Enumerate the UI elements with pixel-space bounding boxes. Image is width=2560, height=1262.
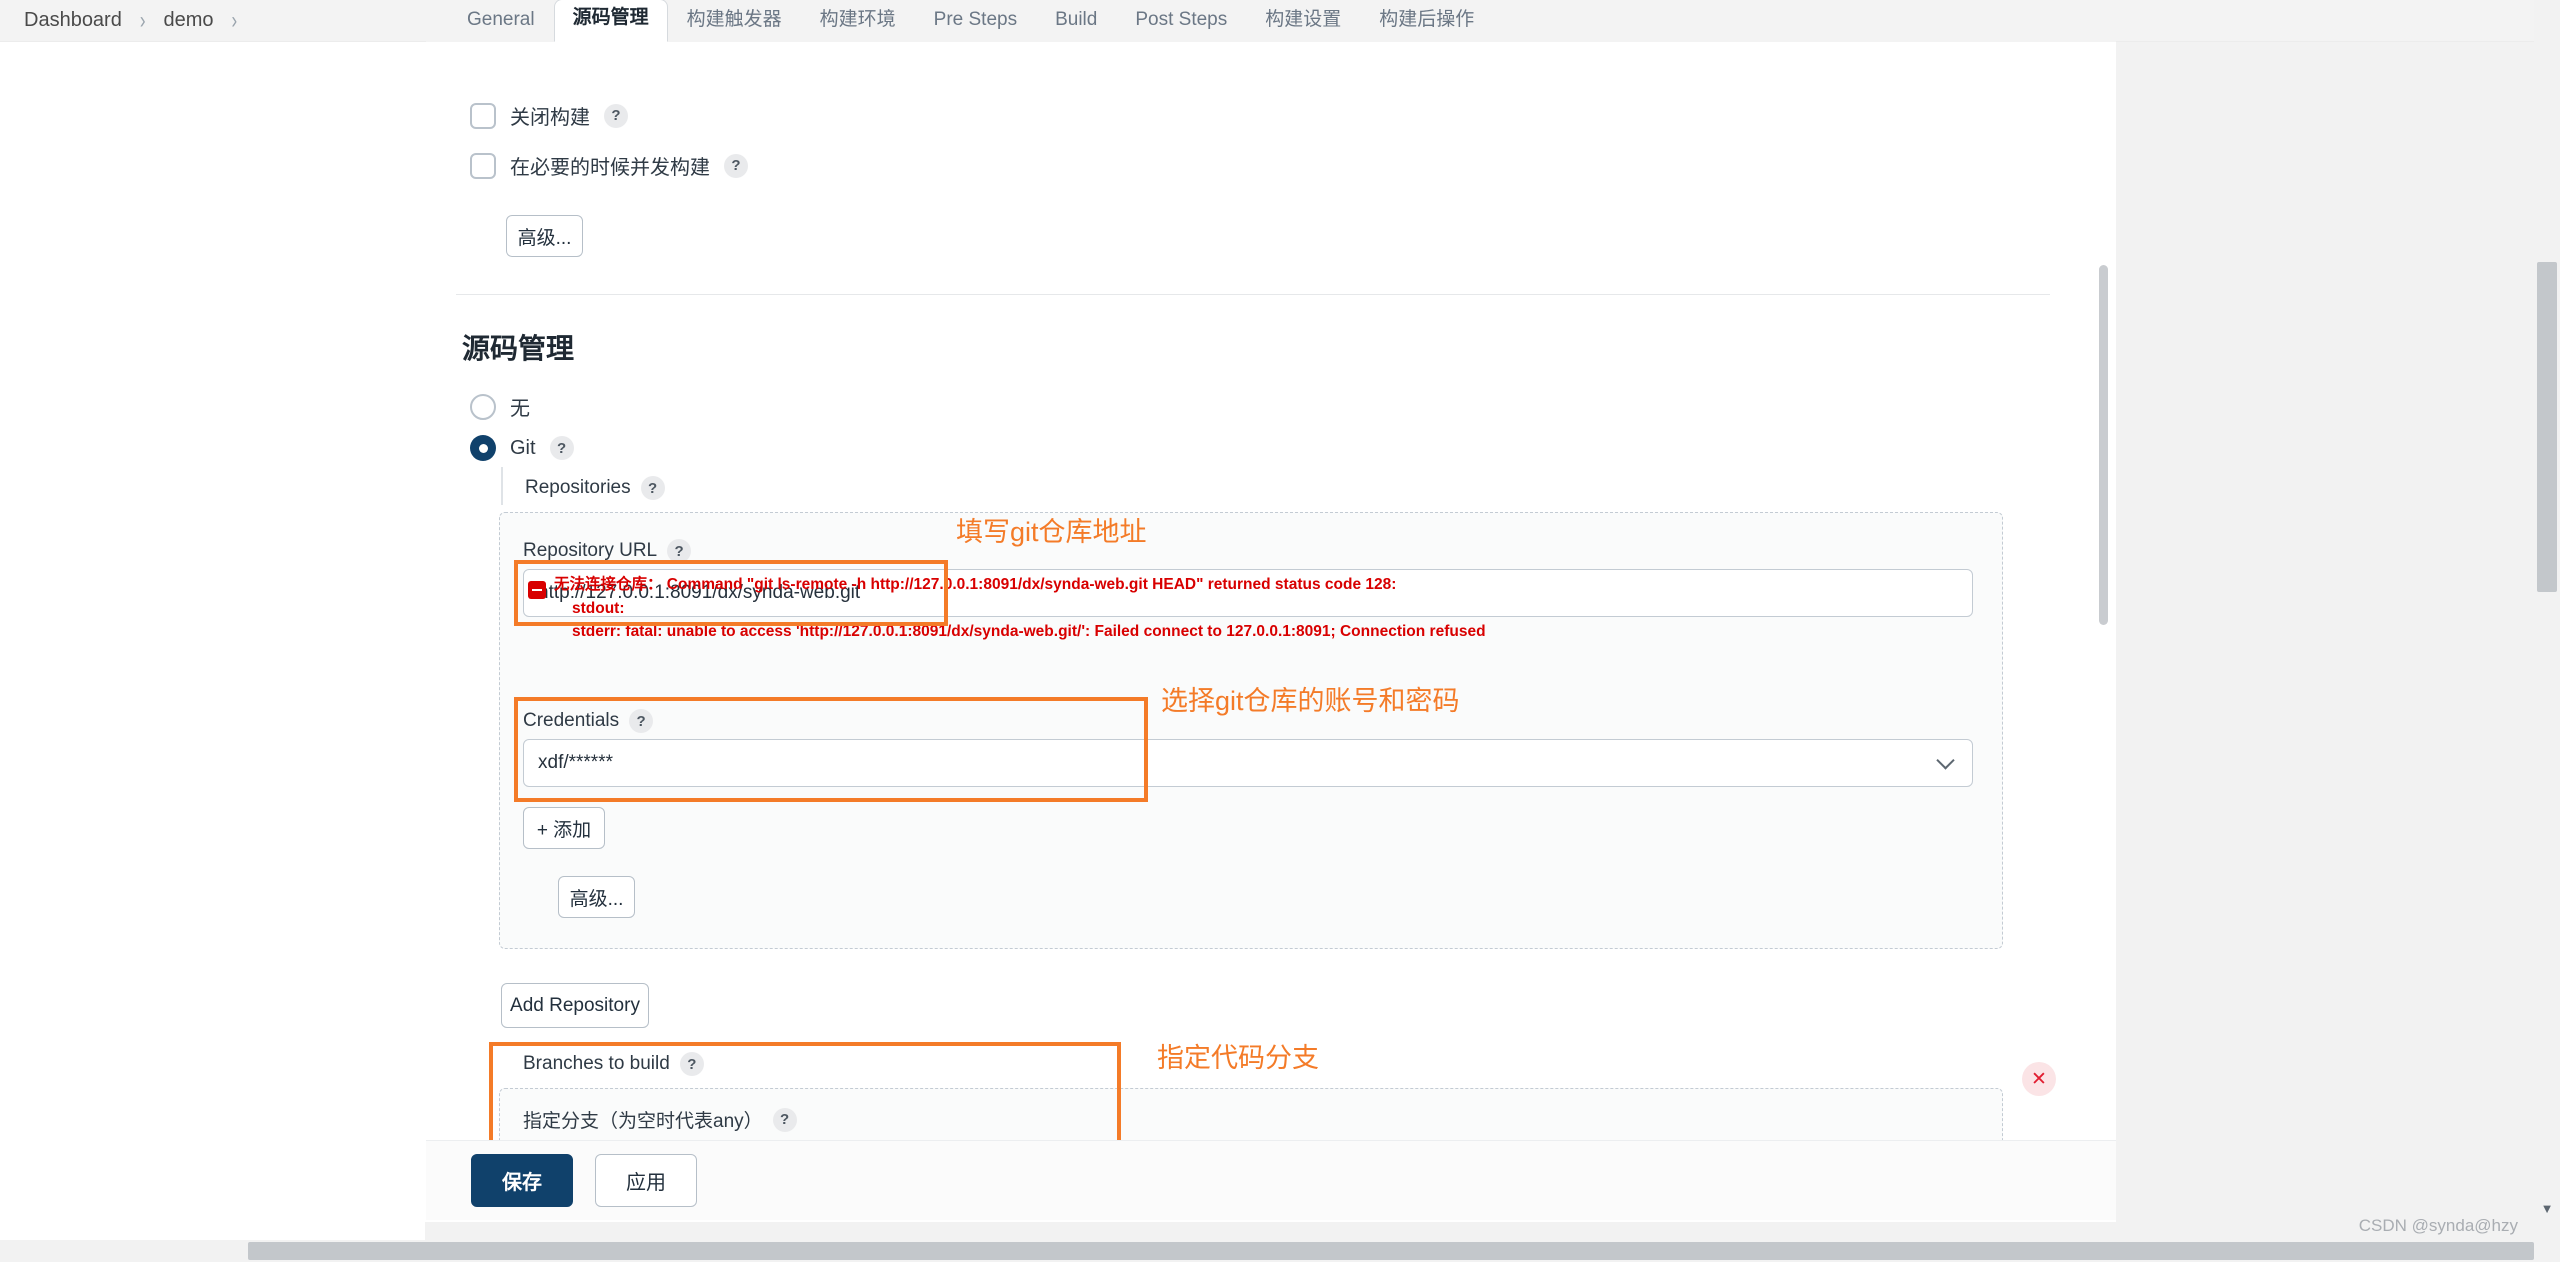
horizontal-scrollbar-thumb[interactable] [248,1242,2534,1260]
branch-specifier-label: 指定分支（为空时代表any） ? [523,1106,797,1133]
radio-row-none[interactable]: 无 [470,392,530,421]
watermark: CSDN @synda@hzy [2358,1216,2518,1235]
help-icon-branch-specifier[interactable]: ? [772,1107,797,1132]
help-icon-repository-url[interactable]: ? [667,539,692,563]
left-rail [0,42,425,1262]
branch-specifier-label-text: 指定分支（为空时代表any） [523,1111,763,1132]
error-line-1: 无法连接仓库： Command "git ls-remote -h http:/… [554,576,1397,593]
branches-to-build-label-text: Branches to build [523,1053,670,1074]
checkbox-row-concurrent-build[interactable]: 在必要的时候并发构建 ? [470,151,748,180]
advanced-button-repository[interactable]: 高级... [558,876,635,918]
radio-scm-none-label: 无 [510,398,530,420]
section-title-scm: 源码管理 [462,333,575,364]
error-icon [528,581,546,599]
radio-scm-git[interactable] [470,435,496,461]
add-repository-button[interactable]: Add Repository [501,983,649,1028]
radio-row-git[interactable]: Git ? [470,435,574,461]
apply-button[interactable]: 应用 [595,1154,697,1207]
inner-scrollbar-thumb[interactable] [2099,265,2108,625]
breadcrumb-item-dashboard[interactable]: Dashboard [18,9,128,32]
breadcrumb-separator-2: › [231,6,238,34]
credentials-select[interactable]: xdf/****** [523,739,1973,787]
scroll-down-arrow-icon[interactable]: ▼ [2537,1196,2557,1220]
horizontal-scrollbar[interactable] [0,1240,2534,1262]
annotation-text-credentials: 选择git仓库的账号和密码 [1161,686,1460,716]
config-tabs: General 源码管理 构建触发器 构建环境 Pre Steps Build … [426,0,2116,42]
error-line-3: stderr: fatal: unable to access 'http://… [572,623,1486,641]
repository-url-error: 无法连接仓库： Command "git ls-remote -h http:/… [554,573,1486,644]
breadcrumb-item-demo[interactable]: demo [158,9,220,32]
credentials-label: Credentials ? [523,709,654,733]
tab-build-environment[interactable]: 构建环境 [801,1,915,42]
annotation-text-repository-url: 填写git仓库地址 [956,517,1147,547]
tab-build-settings[interactable]: 构建设置 [1246,1,1360,42]
tab-post-steps[interactable]: Post Steps [1116,1,1246,42]
config-form: 关闭构建 ? 在必要的时候并发构建 ? 高级... 源码管理 无 Git ? R… [426,42,2116,1172]
breadcrumb-separator-1: › [139,6,146,34]
vertical-scrollbar-thumb[interactable] [2537,262,2557,592]
radio-scm-git-label: Git [510,436,536,459]
help-icon-concurrent-build[interactable]: ? [724,153,748,178]
repositories-label-text: Repositories [525,477,631,498]
tab-build[interactable]: Build [1036,1,1116,42]
form-footer: 保存 应用 [426,1140,2116,1220]
git-indent-line [501,467,503,505]
advanced-button-general[interactable]: 高级... [506,215,583,257]
tab-general[interactable]: General [448,1,554,42]
credentials-label-text: Credentials [523,710,620,731]
remove-branch-icon[interactable]: ✕ [2022,1062,2056,1096]
repository-url-label-text: Repository URL [523,540,658,561]
error-line-2: stdout: [572,599,625,617]
checkbox-row-disable-build[interactable]: 关闭构建 ? [470,101,628,130]
help-icon-git[interactable]: ? [549,436,574,460]
checkbox-concurrent-build[interactable] [470,152,496,179]
repositories-label: Repositories ? [525,476,665,500]
repository-url-label: Repository URL ? [523,539,692,563]
checkbox-disable-build-label: 关闭构建 [510,107,590,129]
help-icon-repositories[interactable]: ? [640,476,665,500]
section-divider [456,294,2050,295]
annotation-text-branches: 指定代码分支 [1157,1043,1319,1073]
branches-to-build-label: Branches to build ? [523,1052,704,1076]
tab-build-trigger[interactable]: 构建触发器 [668,1,801,42]
tab-pre-steps[interactable]: Pre Steps [915,1,1036,42]
page-root: Dashboard › demo › General 源码管理 构建触发器 构建… [0,0,2560,1262]
help-icon-credentials[interactable]: ? [629,709,654,733]
add-credential-button[interactable]: + 添加 [523,807,605,849]
save-button[interactable]: 保存 [471,1154,573,1207]
vertical-scrollbar[interactable]: ▼ [2534,0,2560,1262]
tab-post-build-actions[interactable]: 构建后操作 [1360,1,1493,42]
checkbox-concurrent-build-label: 在必要的时候并发构建 [510,157,710,179]
checkbox-disable-build[interactable] [470,102,496,129]
help-icon-branches[interactable]: ? [679,1052,704,1076]
tab-source-code-management[interactable]: 源码管理 [553,0,668,42]
help-icon-disable-build[interactable]: ? [604,103,628,128]
radio-scm-none[interactable] [470,393,496,420]
